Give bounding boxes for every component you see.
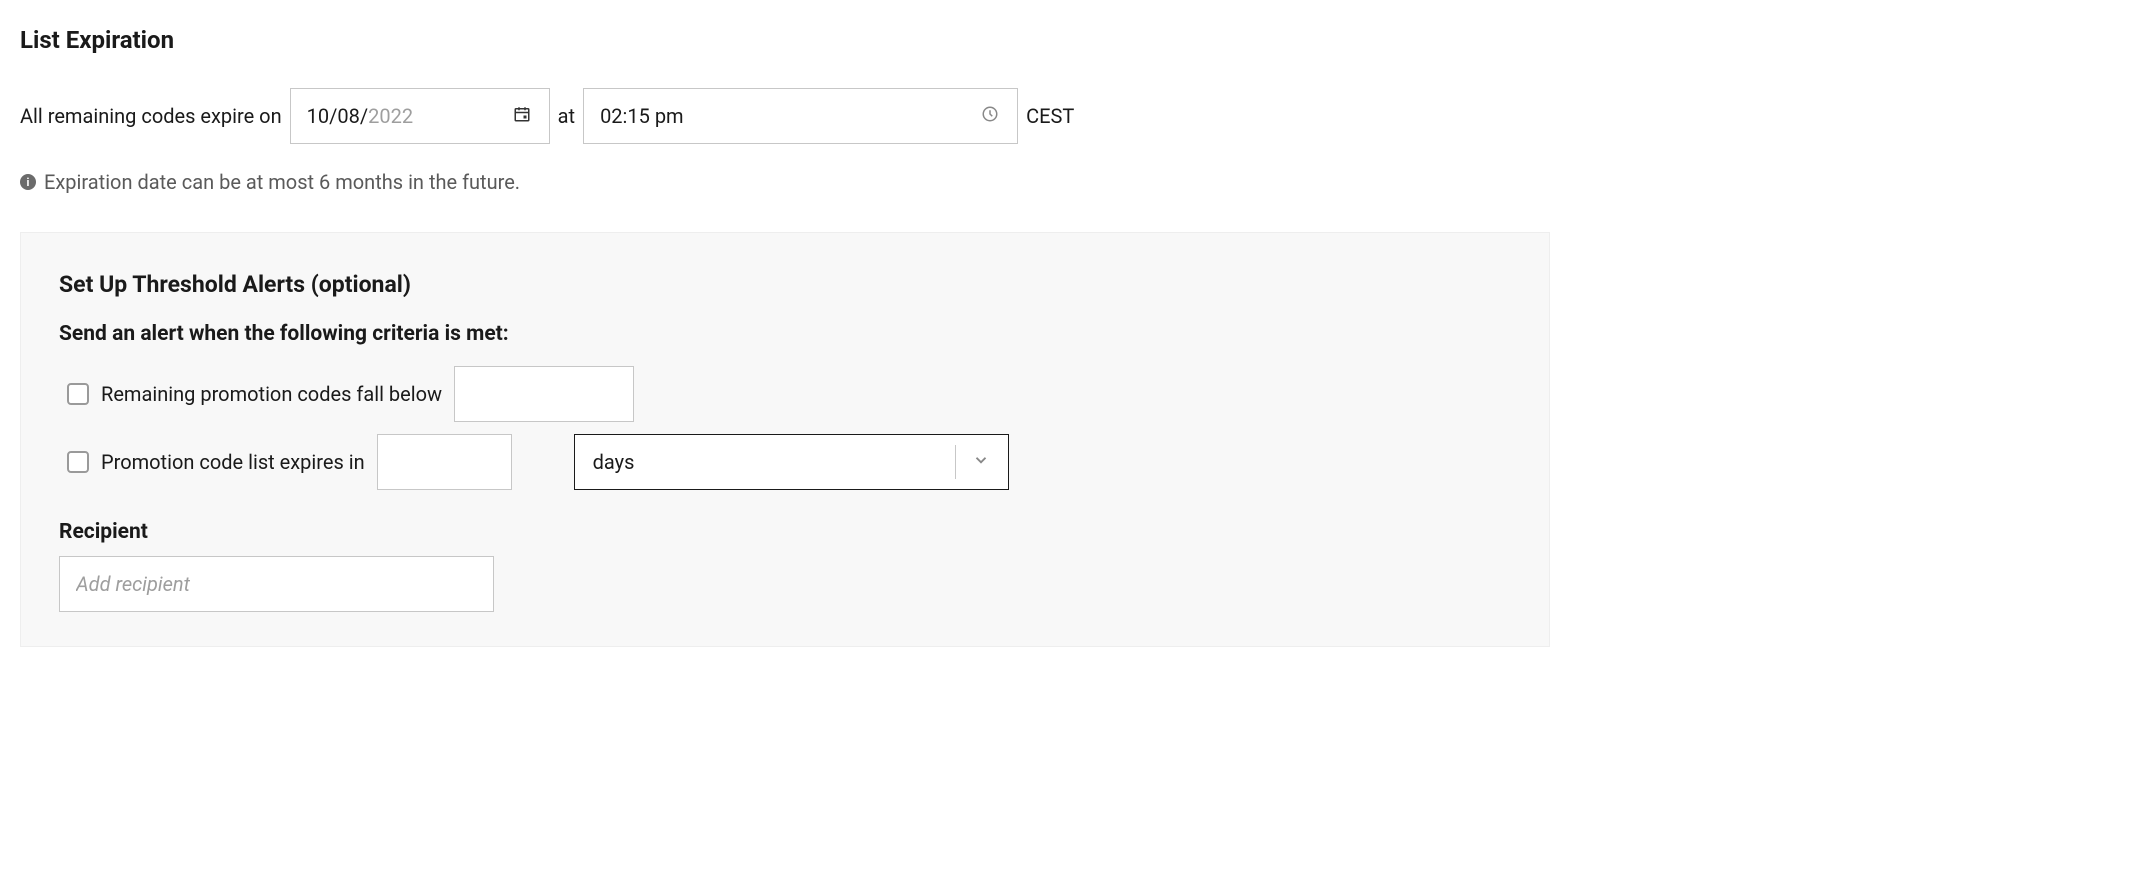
expires-in-value-input[interactable]: [377, 434, 512, 490]
expire-prefix-label: All remaining codes expire on: [20, 104, 282, 128]
time-unit-select-value: days: [593, 450, 635, 474]
checkbox-remaining-codes-label: Remaining promotion codes fall below: [101, 382, 442, 406]
recipient-input[interactable]: [59, 556, 494, 612]
checkbox-row-expires-in: Promotion code list expires in days: [67, 434, 1511, 490]
time-unit-select[interactable]: days: [574, 434, 1009, 490]
date-month-day: 10/08/: [307, 104, 368, 128]
expiration-date-input[interactable]: 10/08/2022: [290, 88, 550, 144]
recipient-label: Recipient: [59, 520, 1511, 544]
date-value: 10/08/2022: [307, 104, 413, 128]
checkbox-expires-in-label: Promotion code list expires in: [101, 450, 365, 474]
checkbox-row-remaining-codes: Remaining promotion codes fall below: [67, 366, 1511, 422]
helper-row: i Expiration date can be at most 6 month…: [20, 170, 2122, 194]
time-value: 02:15 pm: [600, 104, 684, 128]
clock-icon: [981, 104, 999, 128]
timezone-label: CEST: [1026, 104, 1074, 128]
helper-text: Expiration date can be at most 6 months …: [44, 170, 520, 194]
remaining-codes-threshold-input[interactable]: [454, 366, 634, 422]
chevron-down-icon: [972, 450, 990, 474]
threshold-title: Set Up Threshold Alerts (optional): [59, 271, 1511, 298]
threshold-subheading: Send an alert when the following criteri…: [59, 322, 1511, 346]
calendar-icon: [513, 104, 531, 128]
expiration-time-input[interactable]: 02:15 pm: [583, 88, 1018, 144]
checkbox-remaining-codes[interactable]: [67, 383, 89, 405]
expiration-row: All remaining codes expire on 10/08/2022…: [20, 88, 2122, 144]
page-title: List Expiration: [20, 26, 2122, 54]
checkbox-expires-in[interactable]: [67, 451, 89, 473]
select-divider: [955, 445, 956, 479]
info-icon: i: [20, 174, 36, 190]
date-year: 2022: [368, 104, 413, 128]
threshold-alerts-panel: Set Up Threshold Alerts (optional) Send …: [20, 232, 1550, 647]
at-label: at: [558, 104, 575, 128]
